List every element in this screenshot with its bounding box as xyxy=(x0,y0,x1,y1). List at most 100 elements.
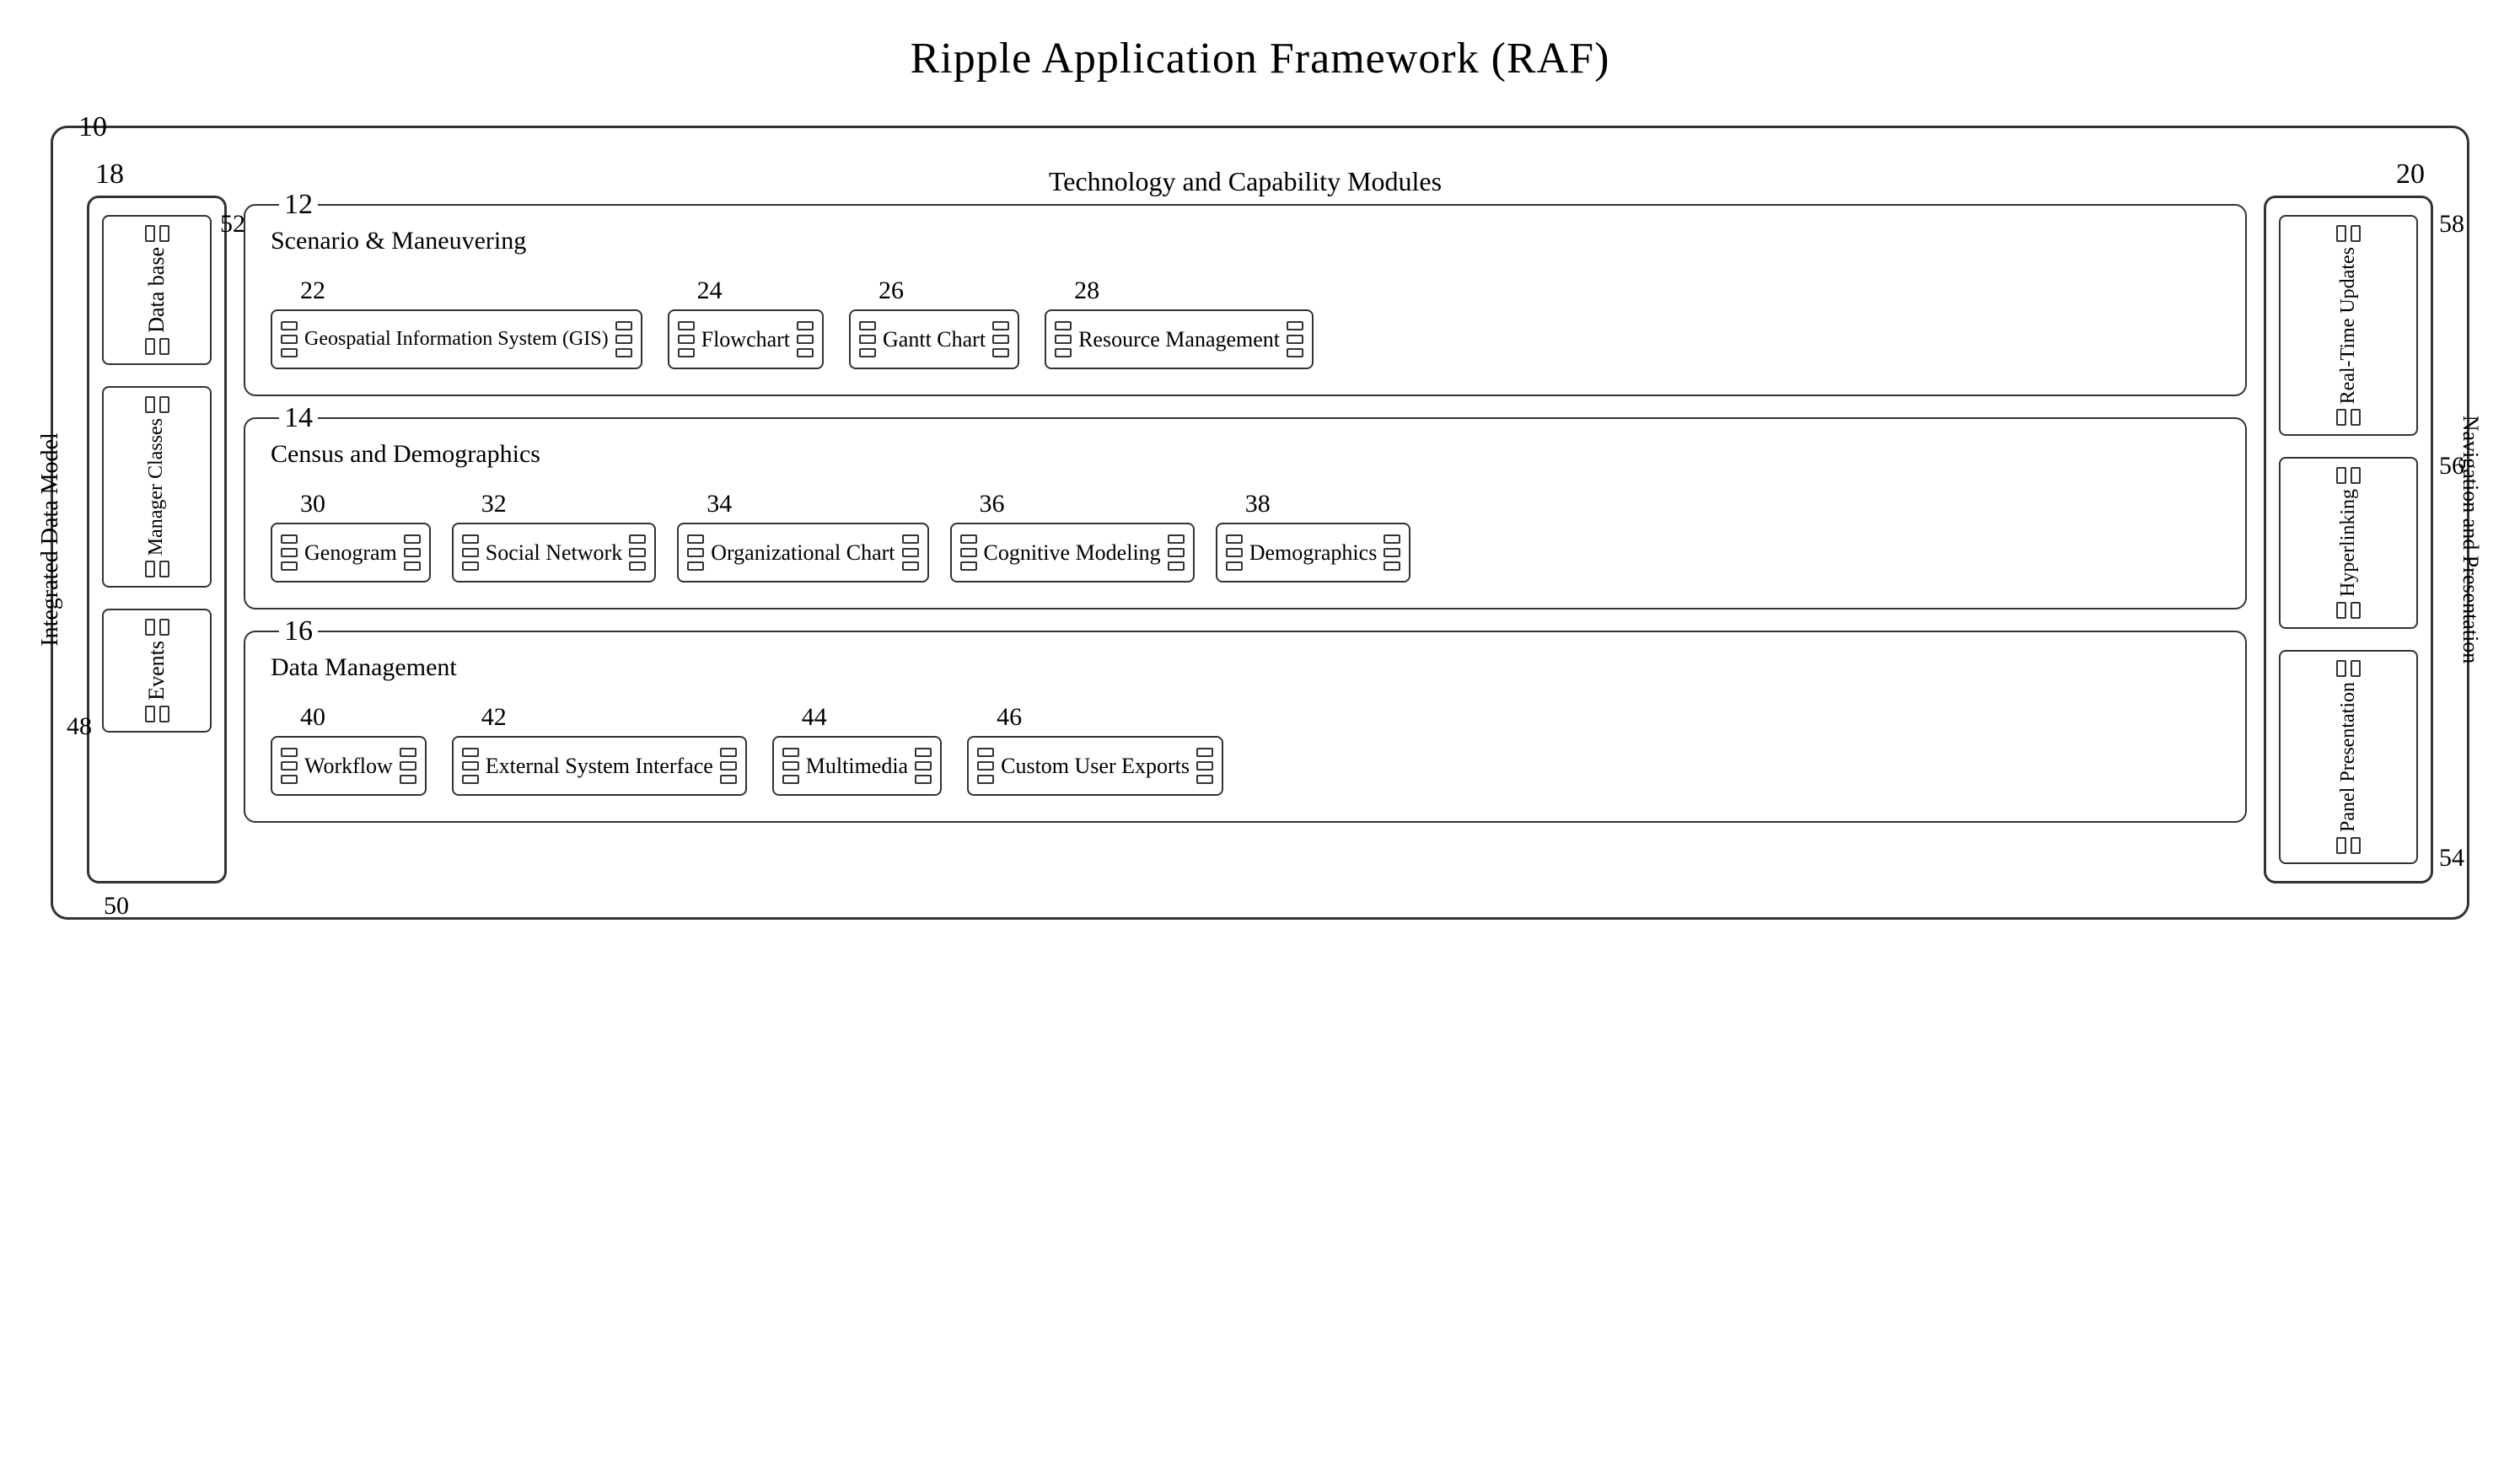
module-gis: Geospatial Information System (GIS) xyxy=(271,309,642,369)
label-10: 10 xyxy=(78,111,107,143)
label-50: 50 xyxy=(104,892,129,921)
label-44: 44 xyxy=(802,703,827,732)
label-40: 40 xyxy=(300,703,325,732)
panel-label: Panel Presentation xyxy=(2335,682,2361,832)
label-20: 20 xyxy=(2396,158,2425,191)
module-gantt: Gantt Chart xyxy=(849,309,1019,369)
module-gis-label: Geospatial Information System (GIS) xyxy=(304,325,609,352)
hyper-wrapper: 56 Hyperlinking xyxy=(2279,457,2418,629)
events-label: Events xyxy=(142,641,171,701)
module-workflow-label: Workflow xyxy=(304,754,393,779)
label-14: 14 xyxy=(279,402,318,434)
outer-frame: 10 18 Integrated Data Model 52 D xyxy=(51,126,2469,920)
module-social-label: Social Network xyxy=(486,539,622,567)
panel-box: Panel Presentation xyxy=(2279,650,2418,864)
right-column: 20 Navigation and Presentation 58 Real-T… xyxy=(2264,196,2433,883)
main-layout: 18 Integrated Data Model 52 Data base xyxy=(87,162,2433,883)
module-demographics-label: Demographics xyxy=(1249,540,1378,566)
module-orgchart: Organizational Chart xyxy=(677,523,928,583)
database-wrapper: 52 Data base xyxy=(102,215,212,365)
module-resource-wrapper: 28 Resource Management xyxy=(1045,277,1314,369)
section-scenario: 12 Scenario & Maneuvering 22 Geospatial xyxy=(244,204,2247,396)
manager-box: Manager Classes xyxy=(102,386,212,588)
module-genogram-wrapper: 30 Genogram xyxy=(271,490,431,583)
events-wrapper: 48 Events xyxy=(102,609,212,733)
panel-wrapper: 54 Panel Presentation xyxy=(2279,650,2418,864)
section-title-census: Census and Demographics xyxy=(271,440,2220,469)
label-42: 42 xyxy=(481,703,507,732)
module-multimedia-label: Multimedia xyxy=(806,754,908,779)
hyper-box: Hyperlinking xyxy=(2279,457,2418,629)
section-data-mgmt: 16 Data Management 40 Workflow xyxy=(244,631,2247,823)
label-18: 18 xyxy=(95,158,124,191)
module-demographics: Demographics xyxy=(1216,523,1411,583)
label-22: 22 xyxy=(300,277,325,305)
module-exports: Custom User Exports xyxy=(967,736,1223,796)
module-cognitive: Cognitive Modeling xyxy=(950,523,1195,583)
section-title-scenario: Scenario & Maneuvering xyxy=(271,227,2220,255)
census-modules: 30 Genogram xyxy=(271,490,2220,583)
module-esi-label: External System Interface xyxy=(486,752,713,781)
manager-label: Manager Classes xyxy=(143,418,169,556)
section-census: 14 Census and Demographics 30 Genogram xyxy=(244,417,2247,609)
rtu-label: Real-Time Updates xyxy=(2335,247,2361,404)
module-exports-label: Custom User Exports xyxy=(1001,752,1190,781)
label-12: 12 xyxy=(279,189,318,221)
module-multimedia: Multimedia xyxy=(772,736,942,796)
module-workflow: Workflow xyxy=(271,736,427,796)
module-demographics-wrapper: 38 Demographics xyxy=(1216,490,1411,583)
module-esi-wrapper: 42 External System Interface xyxy=(452,703,747,796)
label-32: 32 xyxy=(481,490,507,518)
events-box: Events xyxy=(102,609,212,733)
datamgmt-modules: 40 Workflow xyxy=(271,703,2220,796)
label-48: 48 xyxy=(67,712,92,741)
label-38: 38 xyxy=(1245,490,1271,518)
tech-cap-label: Technology and Capability Modules xyxy=(1049,166,1442,197)
rtu-box: Real-Time Updates xyxy=(2279,215,2418,436)
label-46: 46 xyxy=(997,703,1022,732)
label-36: 36 xyxy=(980,490,1005,518)
module-orgchart-wrapper: 34 Organizational Chart xyxy=(677,490,928,583)
label-56: 56 xyxy=(2439,452,2464,481)
module-orgchart-label: Organizational Chart xyxy=(711,539,895,567)
section-title-datamgmt: Data Management xyxy=(271,653,2220,682)
label-30: 30 xyxy=(300,490,325,518)
module-gis-wrapper: 22 Geospatial Information System (GIS) xyxy=(271,277,642,369)
label-54: 54 xyxy=(2439,844,2464,873)
module-exports-wrapper: 46 Custom User Exports xyxy=(967,703,1223,796)
module-resource: Resource Management xyxy=(1045,309,1314,369)
module-social-wrapper: 32 Social Network xyxy=(452,490,656,583)
module-flowchart: Flowchart xyxy=(668,309,824,369)
label-16: 16 xyxy=(279,615,318,647)
hyper-label: Hyperlinking xyxy=(2335,489,2361,597)
label-24: 24 xyxy=(697,277,723,305)
module-esi: External System Interface xyxy=(452,736,747,796)
module-flowchart-wrapper: 24 Flowchart xyxy=(668,277,824,369)
module-workflow-wrapper: 40 Workflow xyxy=(271,703,427,796)
rtu-wrapper: 58 Real-Time Updates xyxy=(2279,215,2418,436)
center-column: Technology and Capability Modules 12 Sce… xyxy=(244,162,2247,883)
database-box: Data base xyxy=(102,215,212,365)
scenario-modules: 22 Geospatial Information System (GIS) xyxy=(271,277,2220,369)
module-resource-label: Resource Management xyxy=(1078,325,1280,354)
idm-label: Integrated Data Model xyxy=(37,432,64,646)
label-52: 52 xyxy=(220,210,245,239)
label-26: 26 xyxy=(879,277,904,305)
module-cognitive-wrapper: 36 Cognitive Modeling xyxy=(950,490,1195,583)
manager-wrapper: Manager Classes xyxy=(102,386,212,588)
label-58: 58 xyxy=(2439,210,2464,239)
module-gantt-wrapper: 26 Gantt Chart xyxy=(849,277,1019,369)
module-genogram: Genogram xyxy=(271,523,431,583)
page-title: Ripple Application Framework (RAF) xyxy=(911,34,1610,83)
idm-frame: Integrated Data Model 52 Data base xyxy=(87,196,227,883)
database-label: Data base xyxy=(142,247,171,333)
module-genogram-label: Genogram xyxy=(304,540,397,566)
left-column: 18 Integrated Data Model 52 Data base xyxy=(87,196,227,883)
nav-pres-frame: Navigation and Presentation 58 Real-Time… xyxy=(2264,196,2433,883)
module-cognitive-label: Cognitive Modeling xyxy=(984,539,1161,567)
module-multimedia-wrapper: 44 Multimedia xyxy=(772,703,942,796)
module-gantt-label: Gantt Chart xyxy=(883,327,986,352)
label-34: 34 xyxy=(707,490,732,518)
module-social: Social Network xyxy=(452,523,656,583)
label-28: 28 xyxy=(1074,277,1099,305)
